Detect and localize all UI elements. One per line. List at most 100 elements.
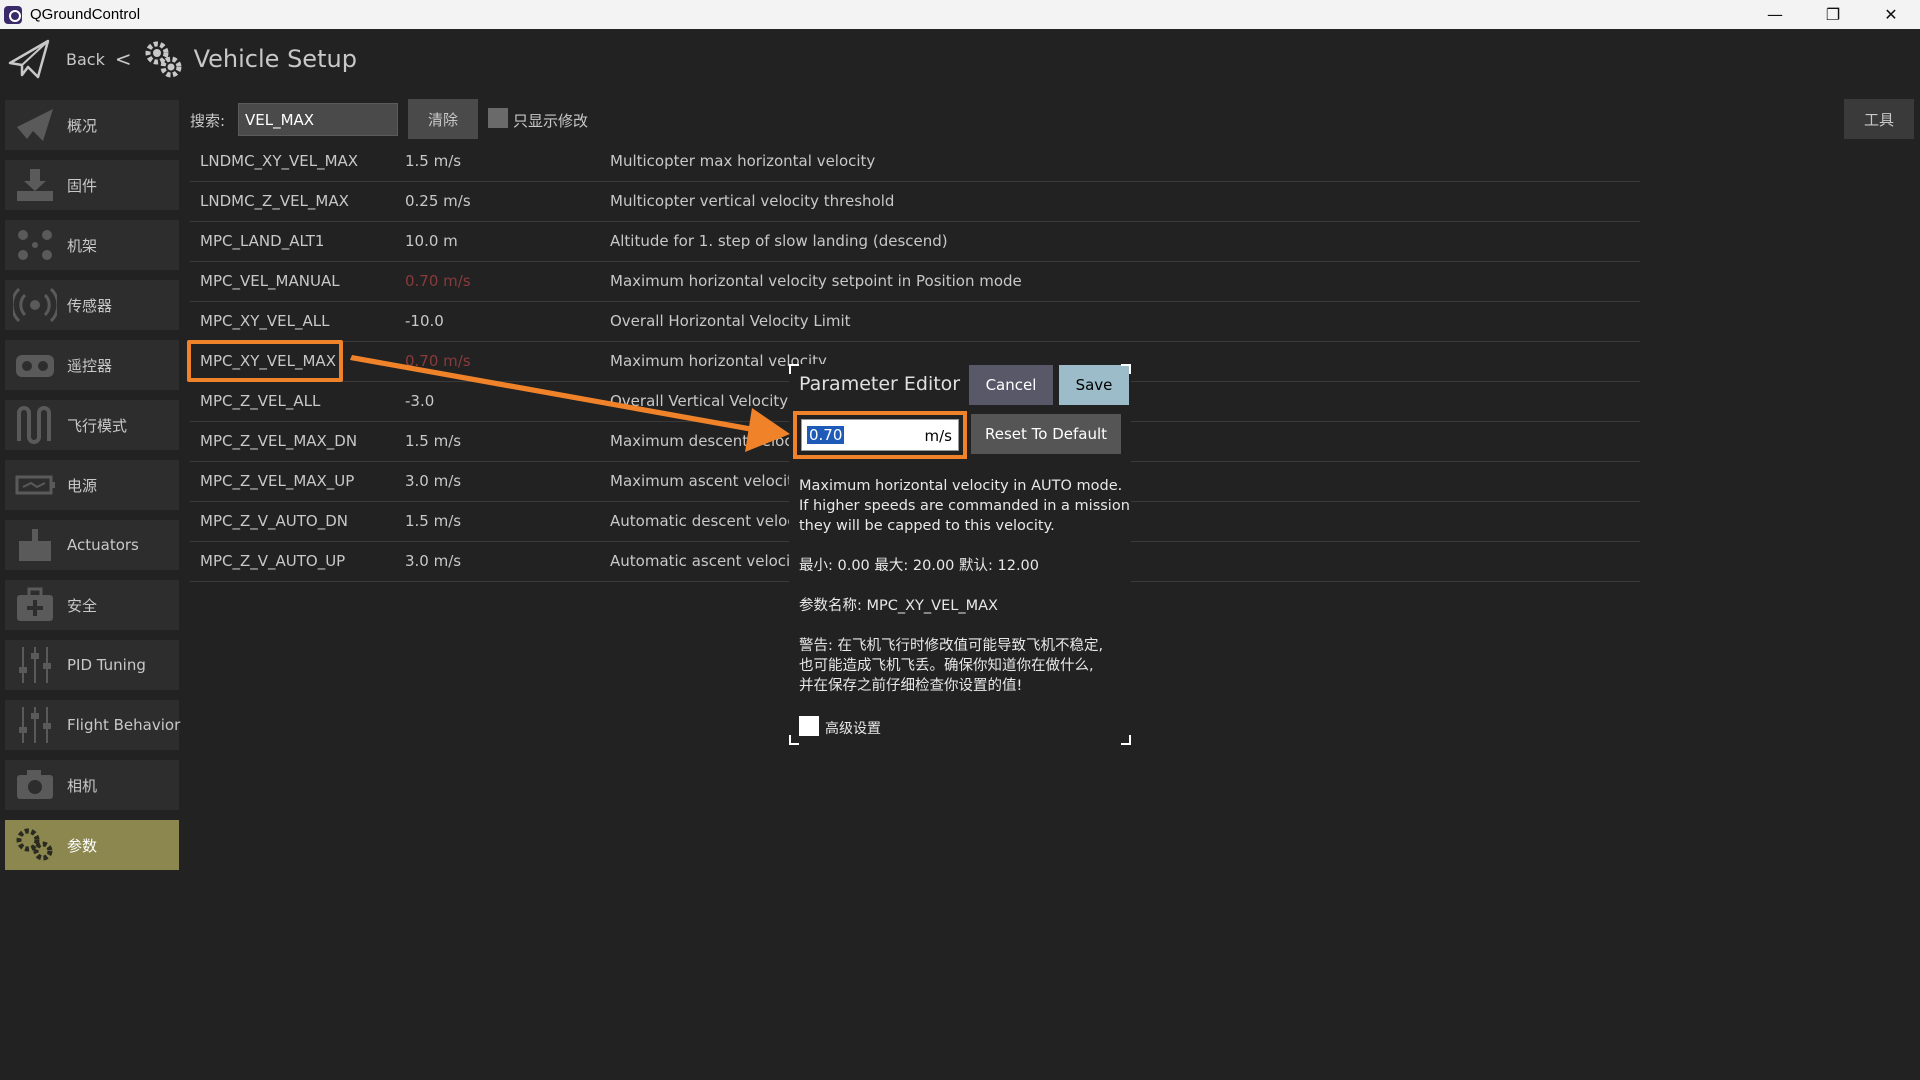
param-description-line: Maximum horizontal velocity in AUTO mode…	[799, 478, 1123, 494]
param-value: 1.5 m/s	[405, 152, 462, 170]
sidebar-item-label: 电源	[67, 476, 98, 495]
restore-button[interactable]: ❐	[1804, 0, 1862, 29]
sidebar-item-pid-tuning[interactable]: PID Tuning	[5, 640, 179, 690]
cancel-button[interactable]: Cancel	[969, 365, 1053, 405]
param-description: Maximum ascent velocity	[610, 472, 802, 490]
gears-icon	[145, 41, 182, 78]
minimize-button[interactable]: —	[1746, 0, 1804, 29]
param-description: Maximum horizontal velocity setpoint in …	[610, 272, 1022, 290]
actuator-icon	[19, 529, 51, 561]
param-name: LNDMC_Z_VEL_MAX	[200, 192, 349, 210]
param-name: MPC_Z_VEL_MAX_DN	[200, 432, 358, 450]
page-title: Vehicle Setup	[193, 45, 357, 73]
table-row[interactable]: LNDMC_Z_VEL_MAX 0.25 m/s Multicopter ver…	[190, 182, 1640, 222]
param-unit: m/s	[924, 427, 952, 445]
param-name: MPC_Z_VEL_MAX_UP	[200, 472, 355, 490]
sidebar-item-sensors[interactable]: 传感器	[5, 280, 179, 330]
flight-mode-icon	[17, 406, 51, 444]
paper-plane-icon[interactable]	[8, 37, 52, 81]
sidebar-item-camera[interactable]: 相机	[5, 760, 179, 810]
sidebar-item-label: 固件	[67, 176, 98, 195]
sidebar-item-label: 飞行模式	[67, 416, 128, 435]
sidebar-item-flight-modes[interactable]: 飞行模式	[5, 400, 179, 450]
param-description: Overall Horizontal Velocity Limit	[610, 312, 851, 330]
param-range: 最小: 0.00 最大: 20.00 默认: 12.00	[799, 558, 1040, 574]
sidebar-item-label: 相机	[67, 776, 98, 795]
camera-icon	[17, 770, 53, 799]
sensor-icon	[13, 287, 57, 323]
remote-control-icon	[16, 355, 54, 377]
advanced-settings-label: 高级设置	[825, 721, 881, 737]
param-description: Multicopter max horizontal velocity	[610, 152, 876, 170]
sidebar-item-label: Flight Behavior	[67, 716, 181, 734]
sidebar-item-label: 机架	[67, 236, 98, 255]
param-value-text: 0.70	[807, 426, 845, 444]
param-description: Automatic descent velocity	[610, 512, 815, 530]
param-value-modified: 0.70 m/s	[405, 272, 471, 290]
param-name: MPC_Z_V_AUTO_UP	[200, 552, 346, 570]
reset-to-default-button[interactable]: Reset To Default	[971, 414, 1121, 454]
dialog-title: Parameter Editor	[799, 373, 961, 395]
warning-line: 也可能造成飞机飞丢。确保你知道你在做什么,	[799, 658, 1094, 674]
clear-button[interactable]: 清除	[408, 99, 478, 139]
sliders-icon	[19, 707, 51, 743]
window-controls: — ❐ ✕	[1746, 0, 1920, 29]
paper-plane-icon	[17, 109, 53, 141]
advanced-settings-checkbox[interactable]	[799, 716, 819, 736]
param-description-line: they will be capped to this velocity.	[799, 518, 1055, 534]
tools-button[interactable]: 工具	[1844, 99, 1914, 139]
close-button[interactable]: ✕	[1862, 0, 1920, 29]
param-name: MPC_VEL_MANUAL	[200, 272, 340, 290]
param-value: 1.5 m/s	[405, 432, 462, 450]
back-button[interactable]: Back	[66, 50, 105, 69]
safety-icon	[17, 587, 53, 621]
show-modified-only-label: 只显示修改	[513, 112, 589, 130]
selected-param-highlight	[187, 340, 343, 382]
sidebar-item-label: 参数	[67, 836, 98, 855]
parameter-editor-dialog: Parameter Editor Cancel Save 0.70 m/s Re…	[789, 364, 1131, 745]
param-name: MPC_LAND_ALT1	[200, 232, 325, 250]
param-value: 3.0 m/s	[405, 552, 462, 570]
param-description: Automatic ascent velocity	[610, 552, 805, 570]
sidebar-item-flight-behavior[interactable]: Flight Behavior	[5, 700, 181, 750]
gears-icon	[16, 828, 53, 861]
dialog-corner	[789, 364, 799, 374]
param-value-input[interactable]: 0.70 m/s	[801, 419, 959, 451]
param-value: 0.25 m/s	[405, 192, 471, 210]
param-value-modified: 0.70 m/s	[405, 352, 471, 370]
sidebar-item-parameters[interactable]: 参数	[5, 820, 179, 870]
param-name-line: 参数名称: MPC_XY_VEL_MAX	[799, 598, 998, 614]
dialog-corner	[1121, 735, 1131, 745]
param-name: LNDMC_XY_VEL_MAX	[200, 152, 359, 170]
param-description: Overall Vertical Velocity Li	[610, 392, 806, 410]
show-modified-only-checkbox[interactable]	[488, 108, 508, 128]
frame-icon	[18, 230, 52, 260]
sidebar-item-radio[interactable]: 遥控器	[5, 340, 179, 390]
table-row[interactable]: LNDMC_XY_VEL_MAX 1.5 m/s Multicopter max…	[190, 142, 1640, 182]
search-label: 搜索:	[190, 112, 226, 130]
search-input[interactable]	[238, 103, 398, 136]
table-row[interactable]: MPC_LAND_ALT1 10.0 m Altitude for 1. ste…	[190, 222, 1640, 262]
sidebar-item-label: Actuators	[67, 536, 139, 554]
table-row[interactable]: MPC_XY_VEL_ALL -10.0 Overall Horizontal …	[190, 302, 1640, 342]
sidebar-item-power[interactable]: 电源	[5, 460, 179, 510]
sliders-icon	[19, 647, 51, 683]
param-name: MPC_XY_VEL_ALL	[200, 312, 330, 330]
battery-icon	[15, 475, 55, 495]
sidebar-item-safety[interactable]: 安全	[5, 580, 179, 630]
sidebar-item-firmware[interactable]: 固件	[5, 160, 179, 210]
param-description: Maximum descent velocity	[610, 432, 812, 450]
sidebar-item-summary[interactable]: 概况	[5, 100, 179, 150]
param-description-line: If higher speeds are commanded in a miss…	[799, 498, 1130, 514]
sidebar-item-airframe[interactable]: 机架	[5, 220, 179, 270]
param-name: MPC_Z_V_AUTO_DN	[200, 512, 348, 530]
sidebar-item-actuators[interactable]: Actuators	[5, 520, 179, 570]
sidebar-item-label: 安全	[67, 596, 98, 615]
setup-sidebar: 概况 固件 机架 传感器 遥控器 飞行模式 电源 Actuators 安全 PI…	[0, 95, 184, 1080]
param-value: 3.0 m/s	[405, 472, 462, 490]
param-value: 1.5 m/s	[405, 512, 462, 530]
param-description: Altitude for 1. step of slow landing (de…	[610, 232, 948, 250]
breadcrumb-separator: <	[114, 47, 132, 71]
table-row[interactable]: MPC_VEL_MANUAL 0.70 m/s Maximum horizont…	[190, 262, 1640, 302]
save-button[interactable]: Save	[1059, 365, 1129, 405]
